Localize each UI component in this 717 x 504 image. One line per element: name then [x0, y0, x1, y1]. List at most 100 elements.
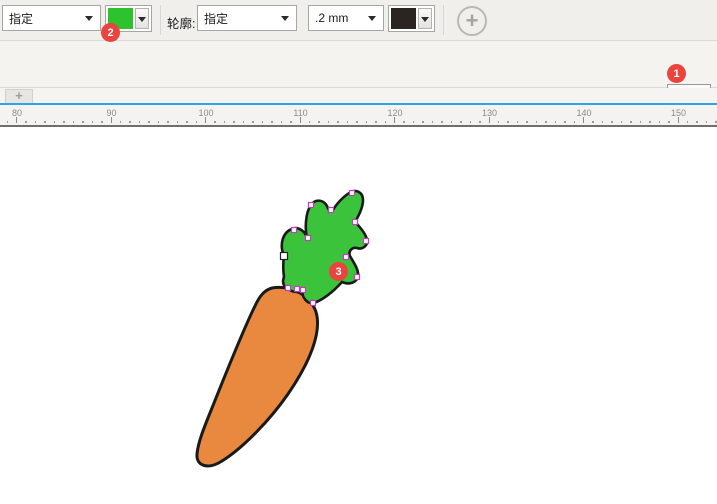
page-tab-strip: +	[0, 88, 717, 103]
curve-node[interactable]	[301, 288, 306, 293]
separator	[443, 5, 444, 35]
ruler-minor-tick	[517, 121, 519, 123]
ruler-tick-label: 110	[293, 108, 307, 118]
outline-color-swatch[interactable]	[391, 8, 416, 29]
ruler-minor-tick	[460, 121, 462, 123]
ruler-minor-tick	[347, 121, 349, 123]
ruler-minor-tick	[536, 121, 538, 123]
ruler-minor-tick	[526, 121, 528, 123]
coreldraw-window: 指定 轮廓: 指定 .2 mm +	[0, 0, 717, 504]
horizontal-ruler[interactable]: 8090100110120130140150	[0, 105, 717, 127]
ruler-minor-tick	[233, 121, 235, 123]
step-badge-1: 1	[667, 64, 686, 83]
ruler-minor-tick	[148, 121, 150, 123]
outline-color-dropdown-arrow-icon[interactable]	[418, 8, 432, 29]
ruler-minor-tick	[101, 121, 103, 123]
ruler-minor-tick	[82, 121, 84, 123]
ruler-minor-tick	[592, 121, 594, 123]
ruler-minor-tick	[7, 121, 9, 123]
curve-node[interactable]	[292, 228, 297, 233]
ruler-minor-tick	[337, 121, 339, 123]
ruler-minor-tick	[243, 121, 245, 123]
ruler-tick-label: 80	[12, 108, 22, 118]
ruler-minor-tick	[413, 121, 415, 123]
ruler-minor-tick	[63, 121, 65, 123]
outline-style-dropdown[interactable]: 指定	[197, 5, 297, 31]
curve-node[interactable]	[355, 275, 360, 280]
curve-node[interactable]	[309, 203, 314, 208]
ruler-minor-tick	[328, 121, 330, 123]
ruler-minor-tick	[385, 121, 387, 123]
curve-node[interactable]	[286, 286, 291, 291]
ruler-minor-tick	[706, 121, 708, 123]
step-badge-3: 3	[329, 262, 348, 281]
curve-node[interactable]	[350, 191, 355, 196]
separator	[160, 5, 161, 35]
chevron-down-icon	[85, 16, 93, 21]
ruler-minor-tick	[366, 121, 368, 123]
ruler-minor-tick	[375, 121, 377, 123]
ruler-minor-tick	[252, 121, 254, 123]
ruler-minor-tick	[186, 121, 188, 123]
ruler-minor-tick	[432, 121, 434, 123]
ruler-minor-tick	[649, 121, 651, 123]
ruler-minor-tick	[422, 121, 424, 123]
ruler-minor-tick	[214, 121, 216, 123]
ruler-tick-label: 150	[671, 108, 686, 118]
outline-label: 轮廓:	[167, 13, 195, 32]
ruler-minor-tick	[309, 121, 311, 123]
curve-node[interactable]	[329, 208, 334, 213]
ruler-minor-tick	[25, 121, 27, 123]
fill-color-dropdown-arrow-icon[interactable]	[135, 8, 149, 29]
carrot-body-shape[interactable]	[197, 287, 318, 465]
ruler-minor-tick	[167, 121, 169, 123]
fill-style-dropdown[interactable]: 指定	[2, 5, 101, 31]
curve-node[interactable]	[344, 255, 349, 260]
curve-node[interactable]	[311, 301, 316, 306]
curve-node[interactable]	[353, 220, 358, 225]
ruler-minor-tick	[290, 121, 292, 123]
chevron-down-icon	[281, 16, 289, 21]
curve-node[interactable]	[364, 239, 369, 244]
ruler-tick-label: 100	[198, 108, 213, 118]
curve-start-node[interactable]	[281, 253, 288, 260]
ruler-tick-label: 140	[576, 108, 591, 118]
ruler-minor-tick	[356, 121, 358, 123]
carrot-drawing	[0, 127, 717, 504]
ruler-minor-tick	[621, 121, 623, 123]
toolbox: 字	[0, 41, 717, 88]
ruler-minor-tick	[668, 121, 670, 123]
ruler-minor-tick	[611, 121, 613, 123]
ruler-minor-tick	[470, 121, 472, 123]
ruler-tick-label: 130	[482, 108, 497, 118]
ruler-minor-tick	[54, 121, 56, 123]
ruler-minor-tick	[271, 121, 273, 123]
curve-node[interactable]	[306, 236, 311, 241]
ruler-minor-tick	[545, 121, 547, 123]
ruler-minor-tick	[92, 121, 94, 123]
add-page-tab[interactable]: +	[5, 89, 33, 103]
outline-width-dropdown[interactable]: .2 mm	[308, 5, 384, 31]
ruler-minor-tick	[555, 121, 557, 123]
chevron-down-icon	[368, 16, 376, 21]
ruler-minor-tick	[451, 121, 453, 123]
add-button[interactable]: +	[457, 6, 487, 36]
ruler-minor-tick	[640, 121, 642, 123]
outline-color-picker[interactable]	[388, 5, 435, 32]
ruler-minor-tick	[73, 121, 75, 123]
ruler-minor-tick	[602, 121, 604, 123]
ruler-minor-tick	[224, 121, 226, 123]
ruler-minor-tick	[498, 121, 500, 123]
ruler-minor-tick	[129, 121, 131, 123]
ruler-minor-tick	[139, 121, 141, 123]
ruler-minor-tick	[318, 121, 320, 123]
curve-node[interactable]	[295, 287, 300, 292]
ruler-minor-tick	[44, 121, 46, 123]
outline-style-value: 指定	[204, 10, 228, 27]
outline-width-value: .2 mm	[315, 11, 348, 25]
ruler-minor-tick	[177, 121, 179, 123]
ruler-minor-tick	[35, 121, 37, 123]
ruler-minor-tick	[630, 121, 632, 123]
drawing-canvas[interactable]: 3	[0, 127, 717, 504]
ruler-minor-tick	[120, 121, 122, 123]
